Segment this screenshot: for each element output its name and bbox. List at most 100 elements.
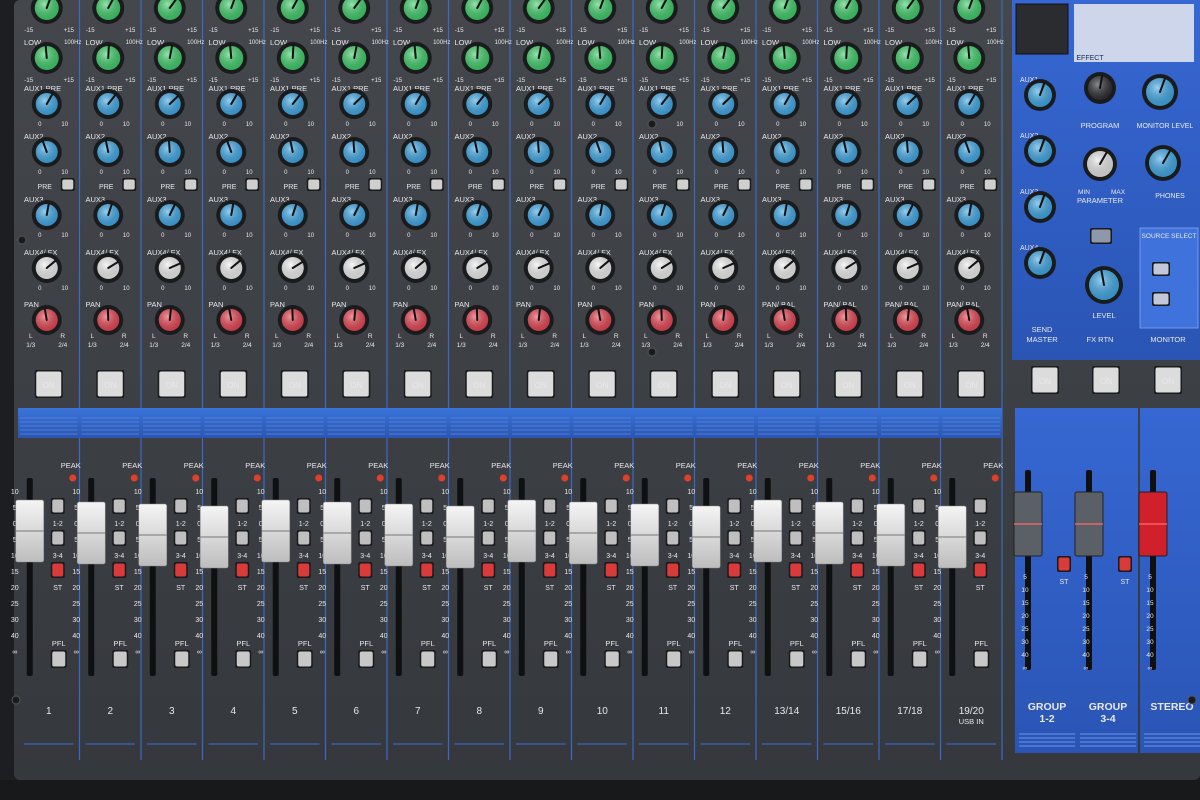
bus-34-button[interactable]	[727, 530, 742, 546]
bus-12-button[interactable]	[358, 498, 373, 514]
pfl-button[interactable]	[419, 650, 436, 668]
knob-aux1-pre[interactable]	[31, 89, 62, 119]
knob-aux2[interactable]	[339, 137, 370, 167]
knob-aux4-fx[interactable]	[462, 253, 493, 283]
pre-button[interactable]	[306, 178, 321, 191]
knob-aux1-pre[interactable]	[277, 89, 308, 119]
knob-low[interactable]	[276, 42, 309, 74]
knob-aux3[interactable]	[216, 200, 247, 230]
monitor-level-knob[interactable]	[1142, 74, 1178, 110]
knob-low[interactable]	[768, 42, 801, 74]
st-button[interactable]	[665, 562, 680, 578]
bus-34-button[interactable]	[665, 530, 680, 546]
knob-aux2[interactable]	[523, 137, 554, 167]
knob-aux1-pre[interactable]	[462, 89, 493, 119]
knob-aux3[interactable]	[585, 200, 616, 230]
knob-aux1-pre[interactable]	[831, 89, 862, 119]
knob-aux3[interactable]	[154, 200, 185, 230]
source-select-button-1[interactable]	[1152, 262, 1170, 276]
pre-button[interactable]	[60, 178, 75, 191]
knob-pan[interactable]	[339, 305, 370, 335]
pre-button[interactable]	[491, 178, 506, 191]
bus-34-button[interactable]	[112, 530, 127, 546]
knob-low[interactable]	[953, 42, 986, 74]
bus-34-button[interactable]	[788, 530, 803, 546]
knob-pan[interactable]	[216, 305, 247, 335]
pfl-button[interactable]	[788, 650, 805, 668]
pfl-button[interactable]	[973, 650, 990, 668]
knob-aux4-fx[interactable]	[216, 253, 247, 283]
knob-aux3[interactable]	[831, 200, 862, 230]
knob-aux4-fx[interactable]	[892, 253, 923, 283]
knob-pan[interactable]	[277, 305, 308, 335]
knob-low[interactable]	[461, 42, 494, 74]
pre-button[interactable]	[675, 178, 690, 191]
fx-rtn-level-knob[interactable]	[1085, 266, 1123, 304]
knob-aux3[interactable]	[523, 200, 554, 230]
knob-aux2[interactable]	[954, 137, 985, 167]
group-st-button[interactable]	[1118, 556, 1132, 572]
knob-aux2[interactable]	[646, 137, 677, 167]
parameter-knob[interactable]	[1083, 147, 1117, 181]
knob-aux1-pre[interactable]	[892, 89, 923, 119]
program-knob[interactable]	[1084, 72, 1116, 104]
knob-pan[interactable]	[31, 305, 62, 335]
st-button[interactable]	[50, 562, 65, 578]
bus-12-button[interactable]	[911, 498, 926, 514]
bus-34-button[interactable]	[911, 530, 926, 546]
knob-aux1-pre[interactable]	[154, 89, 185, 119]
knob-pan[interactable]	[708, 305, 739, 335]
knob-aux4-fx[interactable]	[831, 253, 862, 283]
bus-12-button[interactable]	[235, 498, 250, 514]
fx-on-button[interactable]	[1090, 228, 1112, 244]
phones-knob[interactable]	[1145, 145, 1181, 181]
knob-low[interactable]	[92, 42, 125, 74]
knob-aux3[interactable]	[646, 200, 677, 230]
pre-button[interactable]	[860, 178, 875, 191]
st-button[interactable]	[973, 562, 988, 578]
knob-aux3[interactable]	[892, 200, 923, 230]
knob-aux2[interactable]	[892, 137, 923, 167]
knob-aux2[interactable]	[216, 137, 247, 167]
knob-aux1-pre[interactable]	[585, 89, 616, 119]
knob-pan[interactable]	[523, 305, 554, 335]
knob-pan-bal[interactable]	[831, 305, 862, 335]
knob-low[interactable]	[584, 42, 617, 74]
knob-aux4-fx[interactable]	[523, 253, 554, 283]
knob-low[interactable]	[522, 42, 555, 74]
bus-12-button[interactable]	[173, 498, 188, 514]
bus-12-button[interactable]	[112, 498, 127, 514]
knob-aux4-fx[interactable]	[646, 253, 677, 283]
knob-pan-bal[interactable]	[769, 305, 800, 335]
bus-12-button[interactable]	[788, 498, 803, 514]
knob-low[interactable]	[830, 42, 863, 74]
st-button[interactable]	[911, 562, 926, 578]
bus-34-button[interactable]	[358, 530, 373, 546]
knob-aux3[interactable]	[339, 200, 370, 230]
knob-aux2[interactable]	[93, 137, 124, 167]
pre-button[interactable]	[798, 178, 813, 191]
knob-aux1-pre[interactable]	[954, 89, 985, 119]
pfl-button[interactable]	[50, 650, 67, 668]
pre-button[interactable]	[429, 178, 444, 191]
bus-12-button[interactable]	[296, 498, 311, 514]
st-button[interactable]	[358, 562, 373, 578]
bus-34-button[interactable]	[296, 530, 311, 546]
bus-34-button[interactable]	[850, 530, 865, 546]
pre-button[interactable]	[368, 178, 383, 191]
knob-aux3[interactable]	[277, 200, 308, 230]
knob-aux3[interactable]	[400, 200, 431, 230]
st-button[interactable]	[296, 562, 311, 578]
knob-aux2[interactable]	[31, 137, 62, 167]
st-button[interactable]	[604, 562, 619, 578]
knob-aux3[interactable]	[954, 200, 985, 230]
knob-aux3[interactable]	[708, 200, 739, 230]
bus-12-button[interactable]	[604, 498, 619, 514]
pfl-button[interactable]	[112, 650, 129, 668]
send-master-knob-aux1[interactable]	[1024, 79, 1056, 111]
pfl-button[interactable]	[911, 650, 928, 668]
knob-low[interactable]	[215, 42, 248, 74]
knob-aux1-pre[interactable]	[523, 89, 554, 119]
pre-button[interactable]	[737, 178, 752, 191]
bus-34-button[interactable]	[419, 530, 434, 546]
